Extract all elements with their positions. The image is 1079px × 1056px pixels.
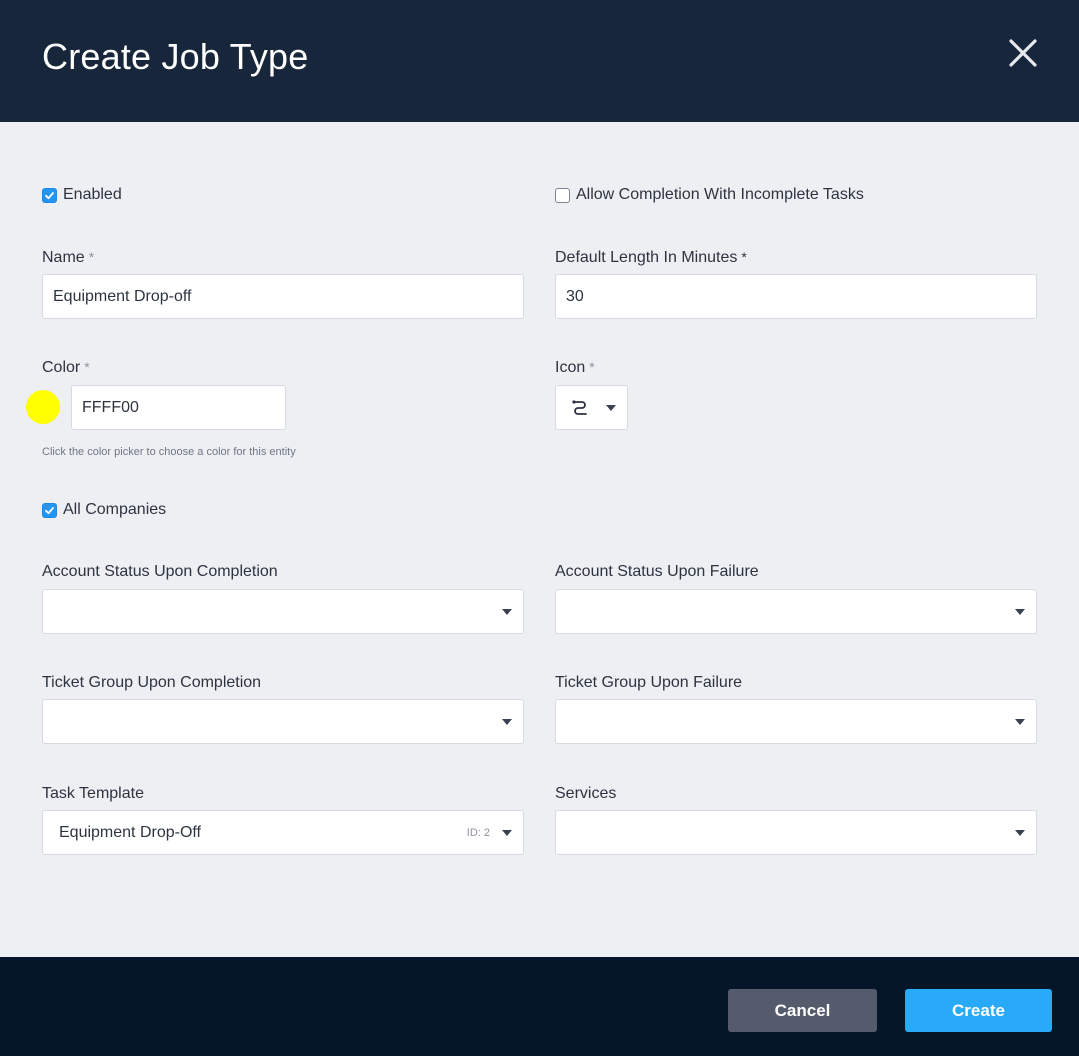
cancel-button[interactable]: Cancel <box>728 989 877 1032</box>
services-select[interactable] <box>555 810 1037 855</box>
close-icon[interactable] <box>1004 34 1042 72</box>
task-template-id: ID: 2 <box>466 827 490 839</box>
dialog-header: Create Job Type <box>0 0 1079 122</box>
account-status-failure-label: Account Status Upon Failure <box>555 563 759 580</box>
chevron-down-icon <box>1015 719 1025 725</box>
enabled-checkbox[interactable] <box>42 187 57 203</box>
required-mark: * <box>589 359 595 375</box>
allow-incomplete-checkbox-row[interactable]: Allow Completion With Incomplete Tasks <box>555 186 864 204</box>
account-status-failure-select[interactable] <box>555 589 1037 634</box>
enabled-label: Enabled <box>63 186 122 203</box>
route-icon <box>572 400 587 415</box>
chevron-down-icon <box>1015 830 1025 836</box>
required-mark: * <box>741 249 747 265</box>
ticket-group-failure-label: Ticket Group Upon Failure <box>555 674 743 691</box>
allow-incomplete-checkbox[interactable] <box>555 187 570 203</box>
required-mark: * <box>88 249 95 265</box>
enabled-checkbox-row[interactable]: Enabled <box>42 186 122 204</box>
checkmark-icon <box>45 506 54 514</box>
task-template-label: Task Template <box>42 785 144 802</box>
checkmark-icon <box>45 191 54 199</box>
all-companies-checkbox[interactable] <box>42 502 57 518</box>
name-input-value: Equipment Drop-off <box>53 287 192 305</box>
task-template-select[interactable]: Equipment Drop-Off ID: 2 <box>42 810 524 855</box>
icon-label: Icon * <box>555 359 595 376</box>
color-label: Color * <box>42 359 90 376</box>
allow-incomplete-label: Allow Completion With Incomplete Tasks <box>576 186 864 203</box>
create-button[interactable]: Create <box>905 989 1052 1032</box>
chevron-down-icon <box>502 830 512 836</box>
color-hint: Click the color picker to choose a color… <box>42 446 296 458</box>
account-status-completion-select[interactable] <box>42 589 524 634</box>
chevron-down-icon <box>1015 609 1025 615</box>
dialog-title: Create Job Type <box>42 36 309 77</box>
color-input-value: FFFF00 <box>82 398 139 416</box>
color-input[interactable]: FFFF00 <box>71 385 286 430</box>
ticket-group-completion-label: Ticket Group Upon Completion <box>42 674 262 691</box>
chevron-down-icon <box>502 609 512 615</box>
chevron-down-icon <box>606 405 616 411</box>
name-label: Name * <box>42 249 95 266</box>
chevron-down-icon <box>502 719 512 725</box>
default-length-value: 30 <box>566 287 584 305</box>
color-picker-swatch[interactable] <box>26 390 60 424</box>
ticket-group-failure-select[interactable] <box>555 699 1037 744</box>
required-mark: * <box>84 359 90 375</box>
account-status-completion-label: Account Status Upon Completion <box>42 563 278 580</box>
icon-select[interactable] <box>555 385 628 430</box>
all-companies-checkbox-row[interactable]: All Companies <box>42 501 166 519</box>
default-length-label: Default Length In Minutes * <box>555 249 747 266</box>
default-length-input[interactable]: 30 <box>555 274 1037 319</box>
task-template-value: Equipment Drop-Off <box>59 824 201 841</box>
name-input[interactable]: Equipment Drop-off <box>42 274 524 319</box>
all-companies-label: All Companies <box>63 501 167 518</box>
services-label: Services <box>555 785 617 802</box>
ticket-group-completion-select[interactable] <box>42 699 524 744</box>
